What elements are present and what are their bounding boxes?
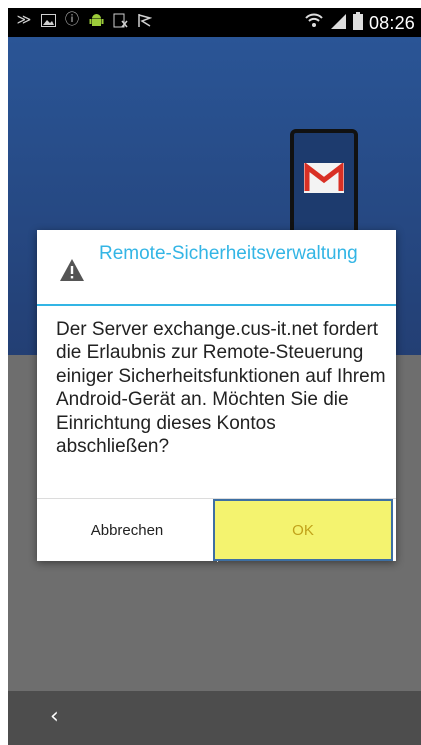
warning-icon — [59, 258, 85, 282]
back-icon[interactable]: ‹ — [50, 704, 59, 729]
alert-icon: ⓘ — [65, 12, 79, 28]
no-sim-icon — [112, 12, 128, 28]
dialog-buttons: Abbrechen OK — [37, 498, 396, 562]
nfc-icon: ≫ — [16, 12, 32, 28]
notification-icons: ≫ ⓘ — [16, 12, 152, 28]
android-icon — [88, 12, 104, 28]
wifi-icon — [305, 12, 323, 35]
ok-button[interactable]: OK — [213, 499, 393, 561]
system-icons: 08:26 — [305, 12, 415, 35]
clock: 08:26 — [368, 13, 415, 33]
image-icon — [40, 12, 56, 28]
navigation-bar: ‹ — [8, 691, 421, 745]
cancel-button[interactable]: Abbrechen — [37, 499, 218, 562]
gmail-icon — [304, 161, 344, 193]
security-admin-dialog: Remote-Sicherheitsverwaltung Der Server … — [37, 230, 396, 562]
battery-icon — [352, 12, 363, 35]
dialog-header: Remote-Sicherheitsverwaltung — [37, 230, 396, 306]
dialog-message: Der Server exchange.cus-it.net fordert d… — [56, 319, 386, 458]
signal-icon — [329, 12, 347, 35]
screen: ≫ ⓘ 08:26 ‹ Remote-Sicherheitsverwaltung… — [8, 8, 421, 745]
status-bar: ≫ ⓘ 08:26 — [8, 8, 421, 37]
dialog-title: Remote-Sicherheitsverwaltung — [99, 243, 358, 264]
flag-icon — [136, 12, 152, 28]
